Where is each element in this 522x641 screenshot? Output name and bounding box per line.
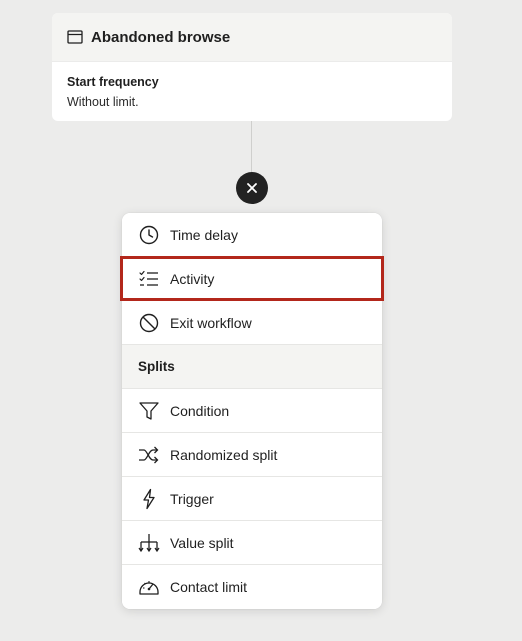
clock-icon — [138, 224, 160, 246]
menu-item-label: Contact limit — [170, 579, 248, 595]
menu-item-label: Exit workflow — [170, 314, 252, 331]
menu-item-label: Activity — [170, 270, 215, 287]
menu-item-label: Randomized split — [170, 446, 278, 463]
browser-window-icon — [67, 29, 83, 45]
menu-item-label: Value split — [170, 534, 234, 551]
menu-item-condition[interactable]: Condition — [122, 389, 382, 433]
checklist-icon — [138, 268, 160, 290]
menu-item-time-delay[interactable]: Time delay — [122, 213, 382, 257]
menu-item-label: Condition — [170, 402, 230, 419]
menu-item-value-split[interactable]: Value split — [122, 521, 382, 565]
close-menu-button[interactable] — [236, 172, 268, 204]
menu-item-label: Time delay — [170, 226, 238, 243]
menu-item-activity[interactable]: Activity — [120, 256, 384, 301]
funnel-icon — [138, 400, 160, 422]
menu-item-randomized-split[interactable]: Randomized split — [122, 433, 382, 477]
splits-section-header: Splits — [122, 345, 382, 389]
menu-item-label: Trigger — [170, 490, 214, 507]
connector-line — [251, 121, 252, 173]
start-frequency-value: Without limit. — [67, 95, 139, 109]
section-title: Splits — [138, 359, 175, 374]
menu-item-exit-workflow[interactable]: Exit workflow — [122, 301, 382, 345]
trigger-body: Start frequency Without limit. — [52, 62, 452, 111]
trigger-title: Abandoned browse — [91, 28, 231, 46]
trigger-header: Abandoned browse — [52, 13, 452, 62]
add-step-menu: Time delay Activity Exit workflow Splits… — [120, 213, 384, 609]
menu-item-contact-limit[interactable]: Contact limit — [122, 565, 382, 609]
lightning-icon — [138, 488, 160, 510]
menu-item-trigger[interactable]: Trigger — [122, 477, 382, 521]
close-icon — [246, 182, 258, 194]
start-frequency-label: Start frequency — [67, 75, 159, 89]
workflow-canvas: Abandoned browse Start frequency Without… — [0, 0, 522, 641]
branch-arrows-icon — [138, 532, 160, 554]
shuffle-icon — [138, 444, 160, 466]
trigger-card[interactable]: Abandoned browse Start frequency Without… — [52, 13, 452, 121]
gauge-icon — [138, 576, 160, 598]
prohibit-icon — [138, 312, 160, 334]
